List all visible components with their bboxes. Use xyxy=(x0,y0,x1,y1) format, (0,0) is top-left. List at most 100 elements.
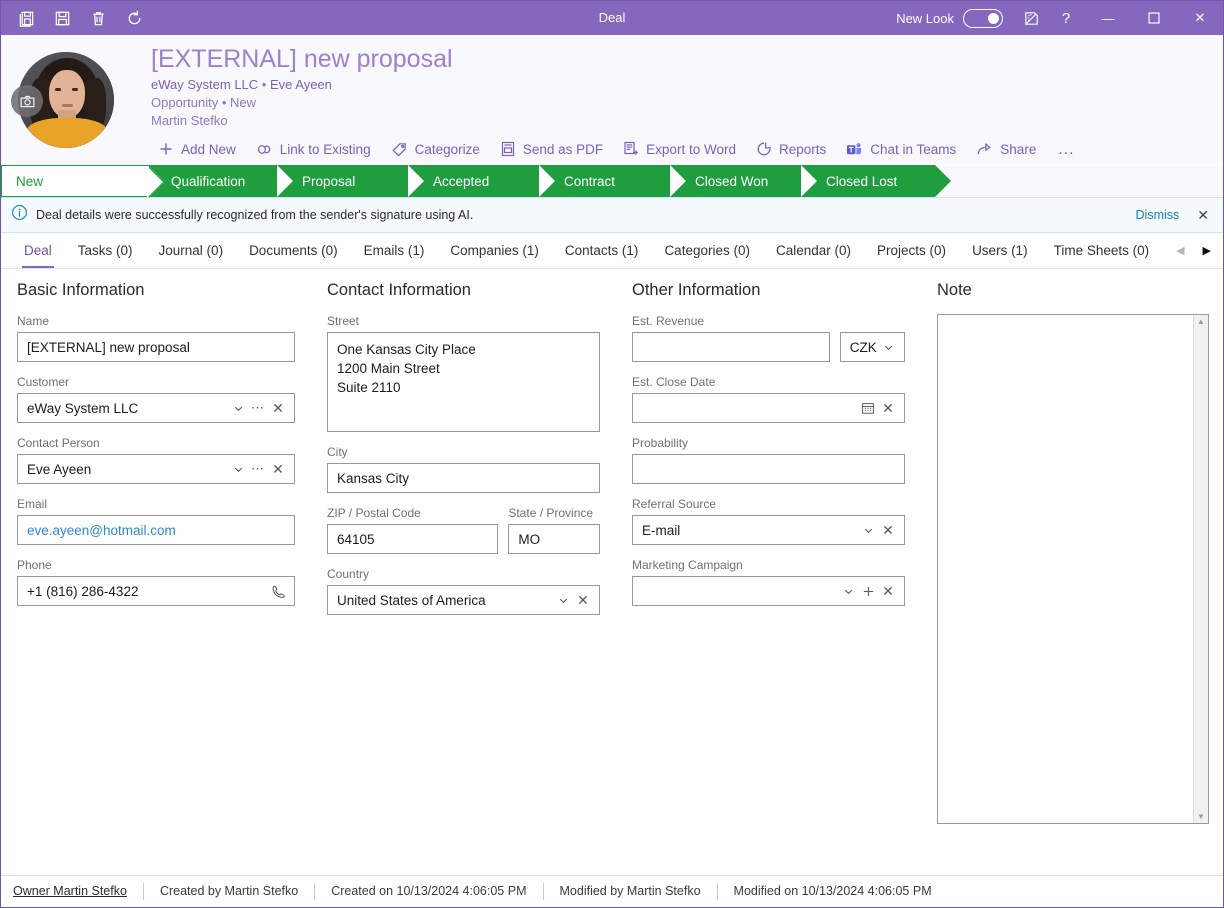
note-heading: Note xyxy=(937,281,972,299)
scroll-up-icon[interactable]: ▲ xyxy=(1197,317,1205,326)
currency-select[interactable]: CZK xyxy=(839,332,905,362)
email-value[interactable]: eve.ayeen@hotmail.com xyxy=(27,523,288,538)
tab-contacts-1[interactable]: Contacts (1) xyxy=(552,233,652,268)
workflow-step-notch xyxy=(539,165,555,197)
send-as-pdf-button[interactable]: Send as PDF xyxy=(491,137,612,161)
email-input[interactable]: eve.ayeen@hotmail.com xyxy=(17,515,295,545)
city-input[interactable]: Kansas City xyxy=(327,463,600,493)
est-revenue-input[interactable] xyxy=(632,332,830,362)
refresh-icon[interactable] xyxy=(117,3,151,33)
workflow-step-notch xyxy=(277,165,293,197)
workflow-step-accepted[interactable]: Accepted xyxy=(411,165,558,197)
customer-clear-icon[interactable]: ✕ xyxy=(268,400,288,417)
banner-close-icon[interactable]: ✕ xyxy=(1193,207,1213,224)
contact-information-heading: Contact Information xyxy=(327,281,471,299)
tab-time-sheets-0[interactable]: Time Sheets (0) xyxy=(1041,233,1163,268)
close-button[interactable]: ✕ xyxy=(1177,1,1223,35)
tab-calendar-0[interactable]: Calendar (0) xyxy=(763,233,864,268)
chevron-down-icon[interactable] xyxy=(553,594,573,607)
save-icon[interactable] xyxy=(45,3,79,33)
street-input[interactable]: One Kansas City Place 1200 Main Street S… xyxy=(327,332,600,432)
note-scrollbar[interactable]: ▲ ▼ xyxy=(1193,315,1208,823)
customer-value: eWay System LLC xyxy=(27,400,139,416)
name-input[interactable]: [EXTERNAL] new proposal xyxy=(17,332,295,362)
tab-scroll-left-icon[interactable]: ◀ xyxy=(1172,242,1188,259)
tab-deal[interactable]: Deal xyxy=(11,233,65,268)
link-to-existing-button[interactable]: Link to Existing xyxy=(247,137,380,161)
scroll-down-icon[interactable]: ▼ xyxy=(1197,812,1205,821)
chevron-down-icon[interactable] xyxy=(228,402,248,415)
status-bar: Owner Martin Stefko Created by Martin St… xyxy=(1,875,1223,907)
est-revenue-row: CZK xyxy=(632,332,905,362)
status-owner[interactable]: Owner Martin Stefko xyxy=(13,883,144,900)
phone-icon[interactable] xyxy=(268,584,288,599)
workflow-step-proposal[interactable]: Proposal xyxy=(280,165,427,197)
calendar-icon[interactable] xyxy=(858,401,878,415)
customer-more-icon[interactable]: ⋯ xyxy=(248,400,268,416)
more-icon[interactable]: … xyxy=(1047,139,1085,159)
workflow-step-closed-lost[interactable]: Closed Lost xyxy=(804,165,951,197)
contact-person-field-group: Contact Person Eve Ayeen ⋯ ✕ xyxy=(17,436,295,484)
state-input[interactable]: MO xyxy=(508,524,600,554)
referral-source-input[interactable]: E-mail ✕ xyxy=(632,515,905,545)
workflow-step-contract[interactable]: Contract xyxy=(542,165,689,197)
reports-button[interactable]: Reports xyxy=(747,137,835,161)
tab-categories-0[interactable]: Categories (0) xyxy=(651,233,763,268)
minimize-button[interactable]: — xyxy=(1085,1,1131,35)
share-button[interactable]: Share xyxy=(967,137,1045,161)
workflow-step-label: Closed Won xyxy=(695,173,769,189)
banner-actions: Dismiss ✕ xyxy=(1136,207,1213,224)
tab-scroll-arrows: ◀ ▶ xyxy=(1172,233,1223,268)
tab-journal-0[interactable]: Journal (0) xyxy=(146,233,237,268)
note-input[interactable] xyxy=(938,315,1193,823)
zip-input[interactable]: 64105 xyxy=(327,524,499,554)
status-created-on: Created on 10/13/2024 4:06:05 PM xyxy=(315,883,544,900)
workflow-step-notch-inner xyxy=(147,166,163,198)
tab-companies-1[interactable]: Companies (1) xyxy=(437,233,552,268)
chevron-down-icon[interactable] xyxy=(228,463,248,476)
delete-icon[interactable] xyxy=(81,3,115,33)
maximize-button[interactable] xyxy=(1131,1,1177,35)
phone-input[interactable]: +1 (816) 286-4322 xyxy=(17,576,295,606)
tab-scroll-right-icon[interactable]: ▶ xyxy=(1199,242,1215,259)
pin-ruler-icon[interactable] xyxy=(1015,1,1047,35)
workflow-step-closed-won[interactable]: Closed Won xyxy=(673,165,820,197)
header-contact-link[interactable]: Eve Ayeen xyxy=(270,77,332,92)
dismiss-link[interactable]: Dismiss xyxy=(1136,208,1180,222)
export-to-word-button[interactable]: Export to Word xyxy=(614,137,745,161)
workflow-step-new[interactable]: New xyxy=(1,165,165,198)
est-close-date-clear-icon[interactable]: ✕ xyxy=(878,400,898,417)
customer-input[interactable]: eWay System LLC ⋯ ✕ xyxy=(17,393,295,423)
country-input[interactable]: United States of America ✕ xyxy=(327,585,600,615)
help-icon[interactable]: ? xyxy=(1047,1,1085,35)
camera-icon[interactable] xyxy=(11,85,43,117)
save-and-new-icon[interactable] xyxy=(9,3,43,33)
est-close-date-input[interactable]: ✕ xyxy=(632,393,905,423)
workflow-step-qualification[interactable]: Qualification xyxy=(149,165,296,197)
zip-field-group: ZIP / Postal Code 64105 xyxy=(327,506,499,554)
contact-person-clear-icon[interactable]: ✕ xyxy=(268,461,288,478)
marketing-campaign-clear-icon[interactable]: ✕ xyxy=(878,583,898,600)
country-clear-icon[interactable]: ✕ xyxy=(573,592,593,609)
chevron-down-icon[interactable] xyxy=(838,585,858,598)
contact-person-value: Eve Ayeen xyxy=(27,461,92,477)
contact-person-more-icon[interactable]: ⋯ xyxy=(248,461,268,477)
contact-person-input[interactable]: Eve Ayeen ⋯ ✕ xyxy=(17,454,295,484)
probability-input[interactable] xyxy=(632,454,905,484)
marketing-campaign-input[interactable]: ✕ xyxy=(632,576,905,606)
tab-documents-0[interactable]: Documents (0) xyxy=(236,233,351,268)
referral-source-clear-icon[interactable]: ✕ xyxy=(878,522,898,539)
add-new-button[interactable]: Add New xyxy=(149,137,245,161)
categorize-button[interactable]: Categorize xyxy=(382,137,489,161)
chevron-down-icon[interactable] xyxy=(878,341,898,354)
new-look-toggle[interactable] xyxy=(963,8,1003,28)
tab-tasks-0[interactable]: Tasks (0) xyxy=(65,233,146,268)
tab-label: Categories (0) xyxy=(664,243,750,258)
chat-in-teams-button[interactable]: Chat in Teams xyxy=(837,137,965,161)
chevron-down-icon[interactable] xyxy=(858,524,878,537)
marketing-campaign-add-icon[interactable] xyxy=(858,585,878,598)
header-company-link[interactable]: eWay System LLC xyxy=(151,77,258,92)
tab-emails-1[interactable]: Emails (1) xyxy=(351,233,438,268)
tab-projects-0[interactable]: Projects (0) xyxy=(864,233,959,268)
tab-users-1[interactable]: Users (1) xyxy=(959,233,1041,268)
